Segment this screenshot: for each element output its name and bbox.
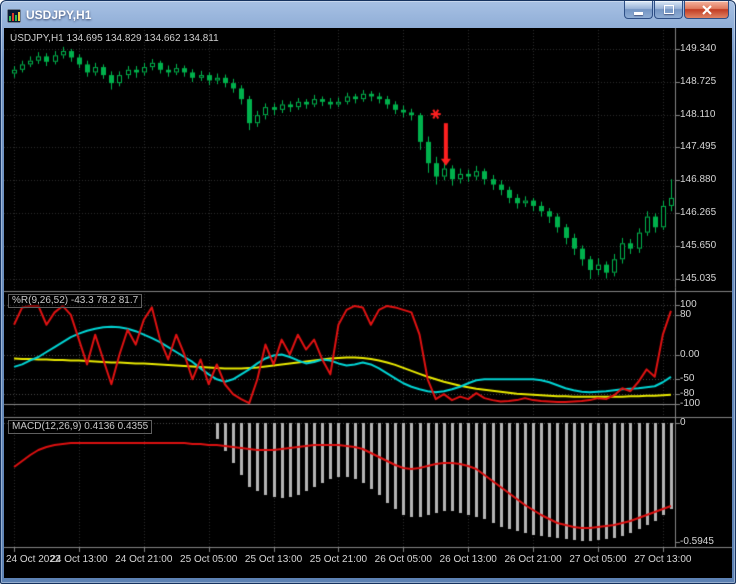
window-controls: [623, 1, 729, 19]
chart-area: USDJPY,H1 134.695 134.829 134.662 134.81…: [4, 28, 732, 578]
minimize-button[interactable]: [624, 1, 653, 19]
window-title: USDJPY,H1: [26, 7, 92, 22]
close-icon: [701, 4, 712, 15]
maximize-button[interactable]: [654, 1, 683, 19]
title-bar[interactable]: USDJPY,H1: [4, 1, 732, 28]
close-button[interactable]: [684, 1, 729, 19]
minimize-icon: [634, 11, 643, 15]
app-window: USDJPY,H1 USDJPY,H1 134.695 134.829 134.…: [0, 0, 736, 584]
chart-window-icon: [7, 8, 21, 23]
price-chart-canvas[interactable]: [4, 28, 732, 578]
restore-icon: [663, 5, 674, 14]
